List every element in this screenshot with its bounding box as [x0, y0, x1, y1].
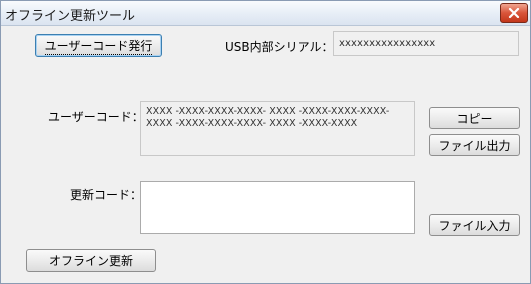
copy-button[interactable]: コピー [429, 107, 520, 129]
usb-serial-field: xxxxxxxxxxxxxxxx [333, 31, 519, 56]
issue-user-code-button[interactable]: ユーザーコード発行 [35, 34, 162, 57]
offline-update-button[interactable]: オフライン更新 [26, 249, 156, 272]
copy-button-label: コピー [456, 111, 493, 126]
title-bar: オフライン更新ツール [1, 1, 530, 26]
issue-user-code-label: ユーザーコード発行 [44, 38, 153, 55]
close-icon [508, 8, 520, 18]
usb-serial-value: xxxxxxxxxxxxxxxx [339, 38, 436, 49]
user-code-label: ユーザーコード： [48, 110, 144, 124]
file-output-button-label: ファイル出力 [438, 138, 511, 153]
file-output-button[interactable]: ファイル出力 [429, 134, 520, 156]
app-window: オフライン更新ツール ユーザーコード発行 USB内部シリアル： xxxxxxxx… [0, 0, 531, 284]
user-code-value: XXXX -XXXX-XXXX-XXXX- XXXX -XXXX-XXXX-XX… [146, 106, 390, 129]
file-input-button-label: ファイル入力 [438, 218, 511, 233]
update-code-label: 更新コード： [70, 188, 143, 202]
offline-update-button-label: オフライン更新 [48, 254, 133, 268]
file-input-button[interactable]: ファイル入力 [429, 214, 520, 236]
update-code-field[interactable] [140, 181, 415, 234]
window-title: オフライン更新ツール [5, 9, 136, 24]
client-area: ユーザーコード発行 USB内部シリアル： xxxxxxxxxxxxxxxx ユー… [1, 26, 530, 283]
user-code-field[interactable]: XXXX -XXXX-XXXX-XXXX- XXXX -XXXX-XXXX-XX… [140, 101, 415, 156]
usb-serial-label: USB内部シリアル： [225, 40, 334, 54]
close-button[interactable] [500, 3, 528, 23]
